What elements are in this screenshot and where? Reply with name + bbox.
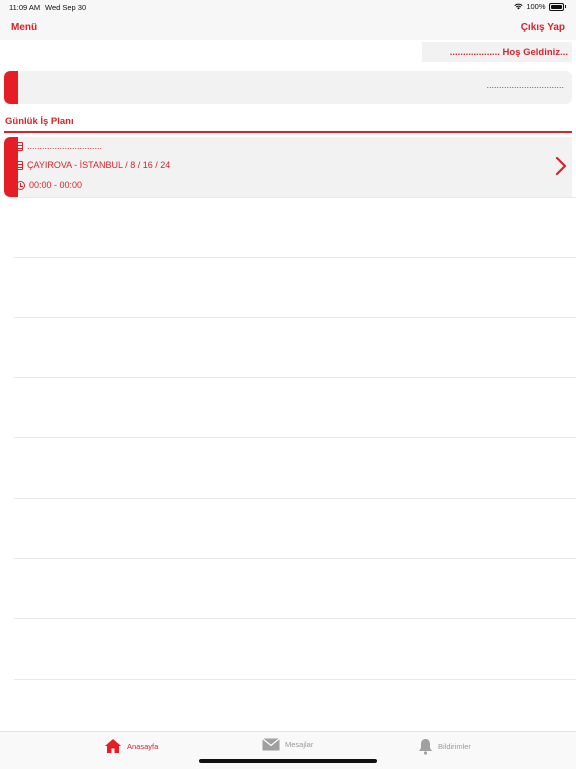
row-separator	[14, 558, 576, 559]
navigation-bar: Menü Çıkış Yap	[0, 14, 576, 40]
document-icon	[16, 141, 23, 151]
section-divider	[4, 131, 572, 133]
row-separator	[14, 618, 576, 619]
row-separator	[14, 437, 576, 438]
home-indicator	[199, 759, 377, 763]
logout-button[interactable]: Çıkış Yap	[521, 22, 565, 33]
status-right: 100%	[514, 2, 566, 11]
card-red-tab	[4, 71, 18, 104]
row-separator	[14, 197, 576, 198]
home-icon	[105, 739, 121, 753]
tab-home-label: Anasayfa	[127, 741, 159, 751]
info-card: ...............................	[4, 71, 572, 104]
status-time: 11:09 AM	[9, 3, 41, 12]
row-separator	[14, 257, 576, 258]
tab-bar: Anasayfa Mesajlar Bildirimler	[0, 731, 576, 769]
plan-time-row: 00:00 - 00:00	[16, 180, 82, 190]
plan-name-row: ..............................	[16, 141, 102, 151]
plan-name: ..............................	[27, 141, 103, 151]
section-title: Günlük İş Planı	[5, 116, 74, 127]
info-card-text: ...............................	[486, 80, 564, 90]
menu-button[interactable]: Menü	[11, 22, 37, 33]
wifi-icon	[514, 3, 523, 10]
tab-notifications-label: Bildirimler	[438, 742, 471, 751]
chevron-right-icon[interactable]	[554, 155, 568, 177]
status-date: Wed Sep 30	[45, 3, 87, 12]
plan-location-row: ÇAYIROVA - İSTANBUL / 8 / 16 / 24	[16, 160, 170, 170]
welcome-banner: ................... Hoş Geldiniz...	[422, 42, 572, 62]
status-bar: 11:09 AM Wed Sep 30 100%	[0, 0, 576, 14]
bell-icon	[419, 739, 432, 755]
row-separator	[14, 317, 576, 318]
battery-icon	[548, 2, 564, 11]
tab-messages-label: Mesajlar	[285, 740, 314, 749]
row-separator	[14, 498, 576, 499]
plan-location: ÇAYIROVA - İSTANBUL / 8 / 16 / 24	[27, 160, 171, 170]
battery-percent: 100%	[526, 2, 546, 11]
tab-home[interactable]: Anasayfa	[104, 738, 158, 754]
tab-messages[interactable]: Mesajlar	[262, 738, 313, 751]
clock-icon	[16, 180, 25, 190]
plan-time: 00:00 - 00:00	[29, 180, 83, 190]
calendar-icon	[16, 160, 23, 170]
plan-item[interactable]: .............................. ÇAYIROVA …	[4, 137, 572, 197]
row-separator	[14, 377, 576, 378]
row-separator	[14, 679, 576, 680]
mail-icon	[262, 738, 280, 751]
tab-notifications[interactable]: Bildirimler	[418, 738, 471, 755]
